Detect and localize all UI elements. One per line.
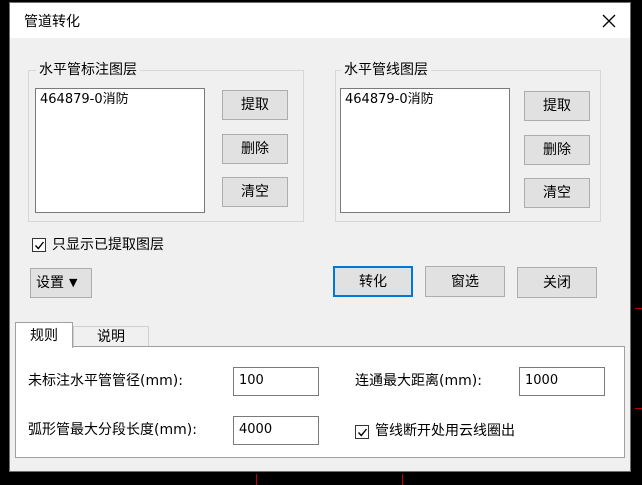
unlabeled-diameter-input[interactable]: 100 (233, 367, 319, 396)
cloud-mark-label[interactable]: 管线断开处用云线圈出 (375, 423, 515, 439)
pipe-delete-button[interactable]: 删除 (524, 135, 590, 165)
tab-description[interactable]: 说明 (73, 326, 149, 346)
pipe-clear-button[interactable]: 清空 (524, 178, 590, 208)
close-window-button[interactable] (594, 7, 624, 35)
close-icon (602, 14, 616, 28)
pipe-layer-list[interactable]: 464879-0消防 (340, 88, 510, 213)
window-select-button[interactable]: 窗选 (425, 266, 505, 297)
settings-label: 设置 (36, 275, 64, 291)
horizontal-pipe-layer-legend: 水平管线图层 (341, 62, 431, 78)
cad-red-line (635, 408, 642, 409)
arc-segment-length-label: 弧形管最大分段长度(mm): (28, 422, 197, 438)
pipe-extract-button[interactable]: 提取 (524, 91, 590, 121)
unlabeled-diameter-label: 未标注水平管管径(mm): (28, 373, 183, 389)
cad-red-line (402, 474, 403, 485)
checkmark-icon (357, 428, 367, 437)
settings-dropdown-button[interactable]: 设置 ▼ (30, 268, 92, 298)
horizontal-annotation-layer-legend: 水平管标注图层 (36, 62, 140, 78)
tab-rules[interactable]: 规则 (15, 322, 73, 348)
list-item[interactable]: 464879-0消防 (40, 92, 200, 108)
close-button[interactable]: 关闭 (517, 267, 597, 298)
max-connect-distance-input[interactable]: 1000 (519, 367, 605, 396)
arc-segment-length-input[interactable]: 4000 (233, 416, 319, 445)
annotation-delete-button[interactable]: 删除 (222, 134, 288, 164)
list-item[interactable]: 464879-0消防 (345, 92, 505, 108)
title-bar: 管道转化 (10, 3, 630, 38)
checkmark-icon (34, 241, 44, 250)
annotation-extract-button[interactable]: 提取 (222, 90, 288, 120)
convert-button[interactable]: 转化 (333, 266, 413, 297)
max-connect-distance-label: 连通最大距离(mm): (355, 373, 482, 389)
dropdown-arrow-icon: ▼ (69, 276, 78, 289)
cad-red-line (256, 474, 257, 485)
show-extracted-checkbox[interactable] (32, 238, 46, 252)
rules-tab-panel (15, 346, 625, 458)
cloud-mark-checkbox[interactable] (355, 425, 369, 439)
cad-red-line (635, 308, 642, 309)
annotation-layer-list[interactable]: 464879-0消防 (35, 88, 205, 213)
show-extracted-label[interactable]: 只显示已提取图层 (52, 237, 164, 253)
annotation-clear-button[interactable]: 清空 (222, 177, 288, 207)
window-title: 管道转化 (24, 14, 80, 30)
